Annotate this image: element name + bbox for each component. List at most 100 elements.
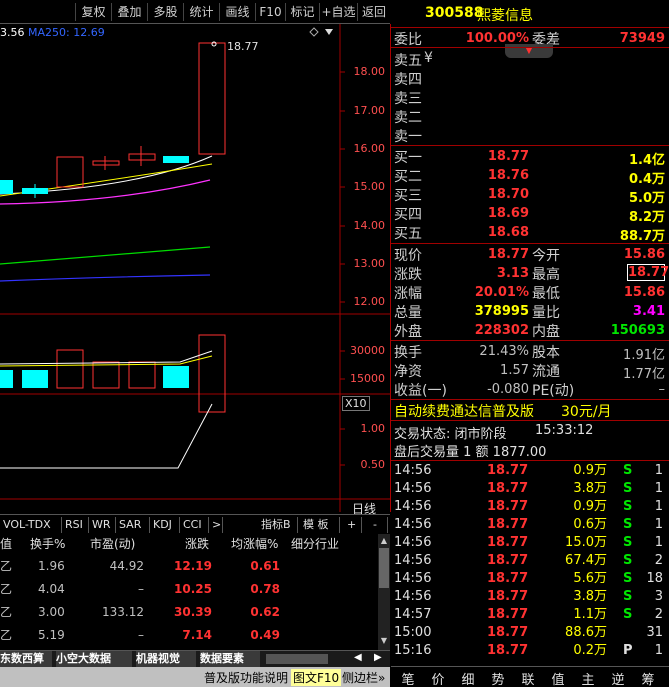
- toolbar-button-back[interactable]: 返回: [357, 3, 390, 21]
- volume-ratio-label: 量比: [532, 305, 560, 321]
- scroll-thumb[interactable]: [379, 548, 389, 588]
- sidebar-toggle[interactable]: 侧边栏»: [342, 669, 385, 686]
- vol-unit-label: X10: [342, 396, 370, 411]
- col-header-avg-change[interactable]: 均涨幅%: [231, 534, 278, 554]
- kline-chart-svg[interactable]: [0, 24, 391, 512]
- bid-level-5-volume: 88.7万: [619, 229, 665, 244]
- zoom-in-button[interactable]: +: [344, 517, 362, 533]
- toolbar-button-statistics[interactable]: 统计: [183, 3, 219, 21]
- change-value: 3.13: [496, 266, 529, 281]
- tab-cci[interactable]: CCI: [180, 517, 209, 533]
- candle: [92, 160, 120, 166]
- feature-guide-link[interactable]: 普及版功能说明: [204, 669, 288, 686]
- ma-label-a: 3.56: [0, 26, 25, 39]
- toolbar-button-multi-stock[interactable]: 多股: [147, 3, 183, 21]
- tick-volume: 3.8万: [573, 481, 607, 496]
- triangle-down-icon[interactable]: [325, 29, 333, 35]
- tab-scroll-left-icon[interactable]: ◀: [354, 652, 362, 663]
- col-header-pe[interactable]: 市盈(动): [90, 534, 135, 554]
- tab-reverse[interactable]: 逆: [601, 669, 635, 687]
- col-header-change[interactable]: 涨跌: [185, 534, 209, 554]
- tick-row: 14:56 18.77 3.8万 S 1: [391, 480, 669, 498]
- scroll-down-icon[interactable]: ▼: [379, 636, 389, 646]
- tab-main[interactable]: 主: [571, 669, 605, 687]
- tab-wr[interactable]: WR: [89, 517, 116, 533]
- bid-level-3-price: 18.70: [487, 187, 529, 202]
- tab-template[interactable]: 模 板: [300, 517, 340, 533]
- candle: [0, 180, 13, 194]
- tab-linked[interactable]: 联: [511, 669, 545, 687]
- volume-bar: [163, 366, 189, 388]
- chart-toolbar: 复权 叠加 多股 统计 画线 F10 标记 +自选 返回: [0, 0, 390, 24]
- promo-text[interactable]: 自动续费通达信普及版: [394, 401, 534, 421]
- tab-price[interactable]: 价: [421, 669, 455, 687]
- tab-kdj[interactable]: KDJ: [150, 517, 180, 533]
- tick-time: 14:56: [394, 481, 432, 496]
- toolbar-button-overlay[interactable]: 叠加: [111, 3, 147, 21]
- tab-indicator-b[interactable]: 指标B: [258, 517, 298, 533]
- toolbar-button-add-watchlist[interactable]: +自选: [319, 3, 357, 21]
- tick-count: 1: [654, 481, 663, 496]
- change-label: 涨跌: [394, 267, 422, 283]
- tick-count: 2: [654, 607, 663, 622]
- tab-chips[interactable]: 筹: [631, 669, 665, 687]
- cell-turnover: 4.04: [38, 582, 65, 596]
- tick-volume: 88.6万: [565, 625, 607, 640]
- toolbar-button-f10[interactable]: F10: [255, 3, 285, 21]
- diamond-icon[interactable]: [309, 27, 319, 37]
- tab-trades[interactable]: 笔: [391, 669, 425, 687]
- promo-price[interactable]: 30元/月: [561, 401, 612, 421]
- col-header-sub-industry[interactable]: 细分行业: [291, 534, 339, 554]
- vol-tick: 30000: [350, 344, 385, 357]
- f10-link[interactable]: 图文F10: [291, 669, 342, 686]
- tick-time: 14:56: [394, 463, 432, 478]
- toolbar-button-mark[interactable]: 标记: [285, 3, 319, 21]
- table-scrollbar[interactable]: ▲ ▼: [378, 534, 390, 650]
- y-tick: 16.00: [353, 142, 386, 155]
- cell-turnover: 1.96: [38, 559, 65, 573]
- tab-vol-tdx[interactable]: VOL-TDX: [0, 517, 62, 533]
- zoom-out-button[interactable]: -: [370, 517, 388, 533]
- turnover-label: 换手: [394, 345, 422, 361]
- ask-level-3-label: 卖三: [394, 91, 422, 107]
- y-tick: 13.00: [353, 257, 386, 270]
- open-label: 今开: [532, 248, 560, 264]
- stock-code: 300588: [425, 5, 484, 21]
- bid-level-5-price: 18.68: [487, 225, 529, 240]
- trade-status-time: 15:33:12: [535, 423, 594, 438]
- ask-level-2-label: 卖二: [394, 110, 422, 126]
- ma-line-blue: [0, 274, 211, 282]
- tab-trend[interactable]: 势: [481, 669, 515, 687]
- y-tick: 14.00: [353, 219, 386, 232]
- tab-sar[interactable]: SAR: [116, 517, 150, 533]
- col-header[interactable]: 值: [0, 534, 12, 554]
- toolbar-button-draw-line[interactable]: 画线: [219, 3, 255, 21]
- tab-machine-vision[interactable]: 机器视觉: [136, 651, 196, 667]
- turnover-value: 21.43%: [479, 344, 529, 359]
- tick-count: 1: [654, 517, 663, 532]
- volume-label: 总量: [394, 305, 422, 321]
- tab-value[interactable]: 值: [541, 669, 575, 687]
- col-header-turnover[interactable]: 换手%: [30, 534, 65, 554]
- order-ratio-label: 委比: [394, 32, 422, 48]
- indicator-line: [0, 403, 213, 469]
- tab-east-data-west-compute[interactable]: 东数西算: [0, 651, 52, 667]
- scroll-up-icon[interactable]: ▲: [379, 536, 389, 546]
- pe-value: –: [658, 382, 666, 397]
- tick-price: 18.77: [487, 643, 529, 658]
- toolbar-button-restore-rights[interactable]: 复权: [75, 3, 111, 21]
- high-value: 18.77: [627, 264, 669, 281]
- indicator-tab-bar: VOL-TDX RSI WR SAR KDJ CCI > 指标B 模 板 + -: [0, 514, 390, 533]
- volume-bar: [198, 334, 226, 413]
- tab-data-elements[interactable]: 数据要素: [200, 651, 260, 667]
- cell-change: 30.39: [174, 605, 212, 619]
- volume-bar: [0, 370, 13, 388]
- tab-scroll-right-icon[interactable]: ▶: [374, 652, 382, 663]
- tab-rsi[interactable]: RSI: [62, 517, 89, 533]
- kline-chart-area[interactable]: 3.56 MA250: 12.69 18.77 18.00 17.00 16.0…: [0, 24, 391, 516]
- tab-big-data[interactable]: 小空大数据: [56, 651, 132, 667]
- tab-more[interactable]: >: [209, 517, 223, 533]
- tab-scroll-thumb[interactable]: [266, 654, 328, 664]
- tab-detail[interactable]: 细: [451, 669, 485, 687]
- eps-value: -0.080: [487, 382, 529, 397]
